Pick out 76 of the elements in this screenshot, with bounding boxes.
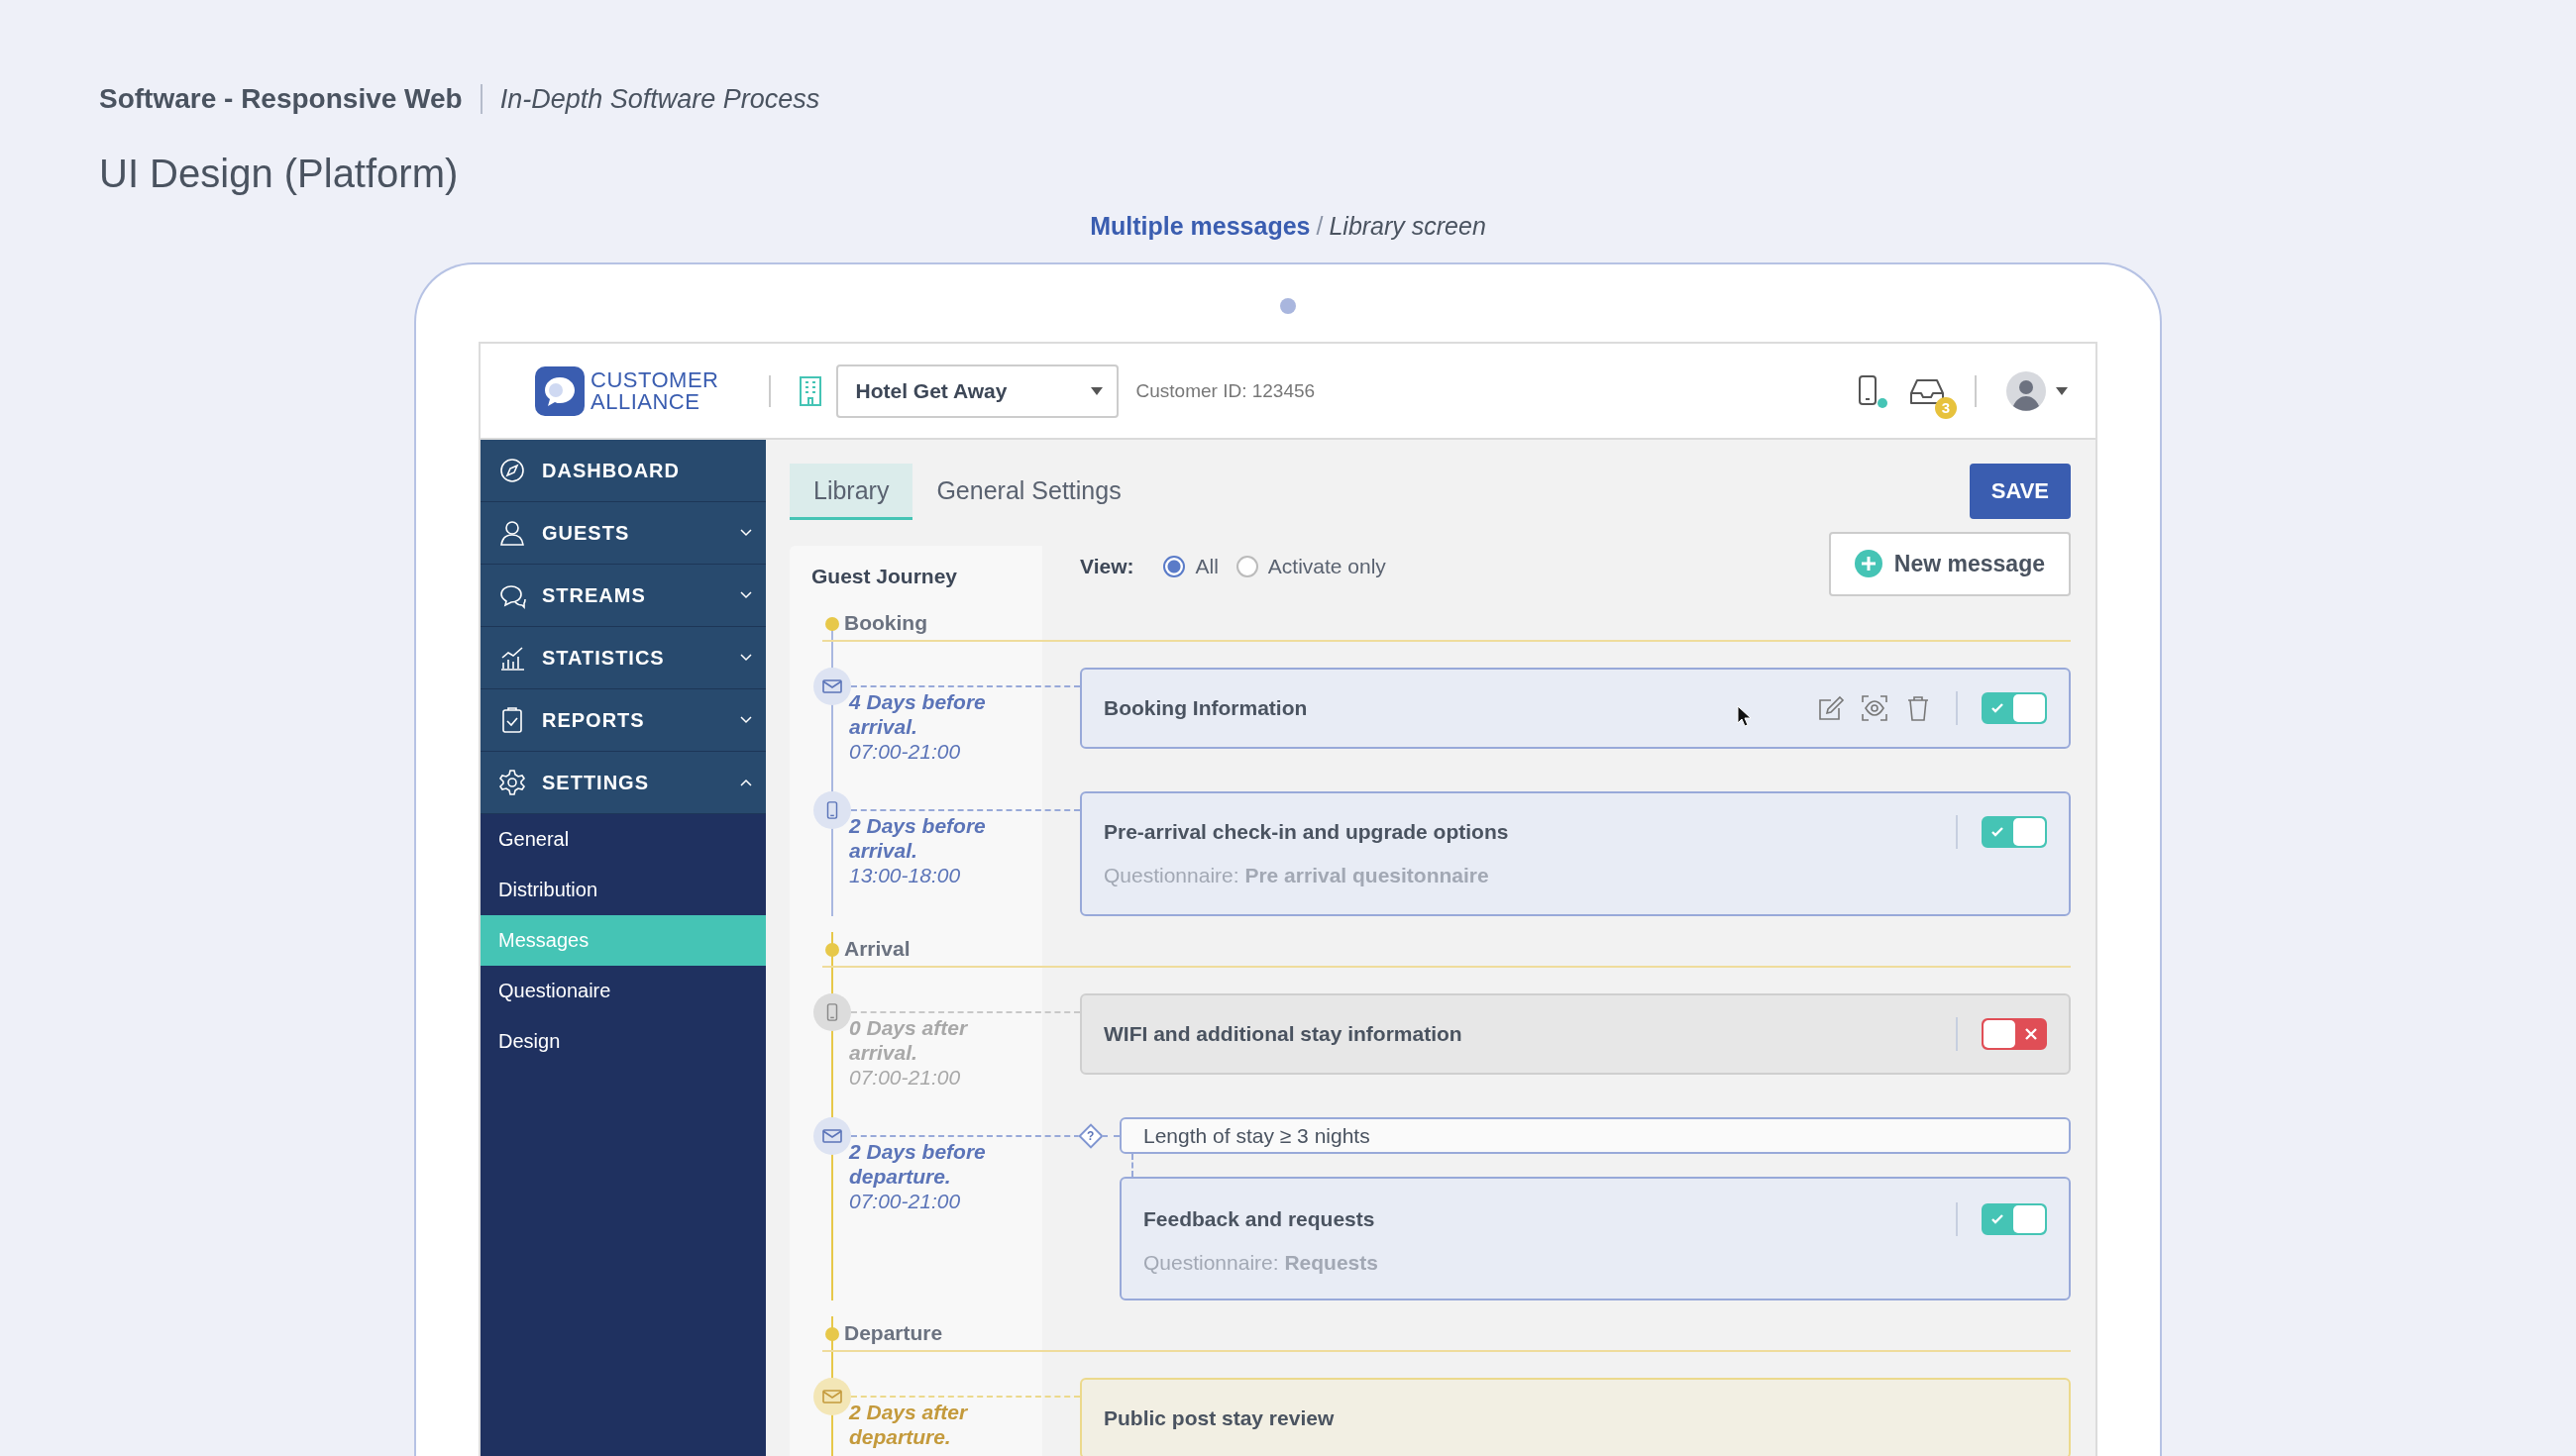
message-title: Booking Information — [1104, 696, 1308, 720]
avatar-silhouette[interactable] — [2006, 370, 2046, 411]
radio-button[interactable] — [1163, 556, 1186, 577]
radio-button[interactable] — [1235, 556, 1258, 577]
chart-icon — [498, 644, 526, 672]
time-window: 07:00-21:00 — [849, 739, 998, 764]
time-window: 07:00-21:00 — [849, 1065, 998, 1090]
radio-label: All — [1195, 555, 1219, 578]
nav-item[interactable]: GUESTS — [481, 502, 766, 565]
timing-text: 0 Days after arrival. — [849, 1015, 969, 1065]
message-card[interactable]: Booking Information — [1080, 668, 2071, 749]
caret-icon — [1090, 386, 1103, 395]
condition-icon: ? — [1078, 1123, 1104, 1149]
project-title: Software - Responsive Web — [99, 83, 463, 115]
caption-screen-name: Library screen — [1329, 212, 1486, 240]
caption-separator: / — [1316, 212, 1324, 240]
questionnaire-text: Questionnaire: Pre arrival quesitonnaire — [1104, 863, 1490, 888]
questionnaire-text: Questionnaire: Requests — [1143, 1250, 1379, 1276]
compass-icon — [498, 457, 526, 484]
person-icon — [498, 519, 526, 547]
close-icon — [2023, 1026, 2039, 1042]
submenu-item[interactable]: Distribution — [481, 865, 766, 915]
tab[interactable]: Library — [790, 464, 913, 520]
page-title: UI Design (Platform) — [99, 151, 460, 197]
timing-text: 2 Days before arrival. — [849, 813, 987, 863]
process-subtitle: In-Depth Software Process — [499, 83, 820, 115]
toggle-switch[interactable] — [1982, 1203, 2047, 1235]
phone-icon — [813, 993, 851, 1031]
caret-icon[interactable] — [2056, 386, 2068, 395]
stage-name: Arrival — [844, 937, 911, 961]
time-window: 13:00-18:00 — [849, 863, 998, 887]
notification-badge: 3 — [1935, 396, 1957, 419]
inbox-icon[interactable] — [1909, 376, 1945, 405]
stage-dot — [825, 617, 839, 631]
message-title: Public post stay review — [1104, 1406, 1335, 1430]
customer-id: Customer ID: 123456 — [1135, 379, 1316, 402]
camera-dot — [1280, 298, 1296, 314]
time-window: 07:00-21:00 — [849, 1189, 998, 1213]
stage-name: Departure — [844, 1321, 943, 1345]
message-card[interactable]: Feedback and requests Questionnaire: Requests — [1120, 1177, 2071, 1300]
panel-heading: Guest Journey — [810, 564, 959, 588]
message-title: WIFI and additional stay information — [1104, 1022, 1462, 1046]
new-message-button[interactable]: New message — [1828, 531, 2071, 596]
tab[interactable]: General Settings — [912, 464, 1145, 520]
message-card[interactable]: Pre-arrival check-in and upgrade options Questionnaire: Pre arrival quesitonnaire — [1080, 791, 2071, 916]
nav-item[interactable]: REPORTS — [481, 689, 766, 752]
timing-text: 4 Days before arrival. — [849, 689, 987, 739]
message-title: Feedback and requests — [1143, 1207, 1375, 1231]
edit-icon[interactable] — [1817, 694, 1845, 722]
message-card[interactable]: Public post stay review — [1080, 1378, 2071, 1456]
submenu-item[interactable]: General — [481, 814, 766, 865]
submenu-item[interactable]: Questionaire — [481, 966, 766, 1016]
submenu-item[interactable]: Design — [481, 1016, 766, 1067]
toggle-switch[interactable] — [1982, 816, 2047, 848]
building-icon — [798, 374, 822, 407]
nav-item[interactable]: SETTINGS — [481, 752, 766, 814]
phone-icon[interactable] — [1858, 373, 1878, 406]
view-label: View: — [1080, 555, 1134, 578]
nav-item[interactable]: STREAMS — [481, 565, 766, 627]
preview-icon[interactable] — [1861, 694, 1888, 722]
plus-icon — [1854, 550, 1882, 577]
stage-name: Booking — [844, 611, 927, 635]
cursor-icon — [1737, 705, 1751, 727]
toggle-switch[interactable] — [1982, 692, 2047, 724]
condition-box: Length of stay ≥ 3 nights — [1120, 1117, 2071, 1154]
nav-item[interactable]: DASHBOARD — [481, 440, 766, 502]
radio-label: Activate only — [1267, 555, 1386, 578]
hotel-select[interactable]: Hotel Get Away — [835, 364, 1119, 418]
settings-icon — [498, 769, 526, 796]
message-title: Pre-arrival check-in and upgrade options — [1104, 820, 1509, 844]
logo[interactable]: CUSTOMER ALLIANCE — [535, 365, 719, 416]
save-button[interactable]: SAVE — [1969, 464, 2071, 519]
timing-text: 2 Days before departure. — [849, 1139, 987, 1189]
timing-text: 2 Days after departure. — [849, 1400, 969, 1449]
nav-item[interactable]: STATISTICS — [481, 627, 766, 689]
caption-link[interactable]: Multiple messages — [1090, 212, 1311, 240]
